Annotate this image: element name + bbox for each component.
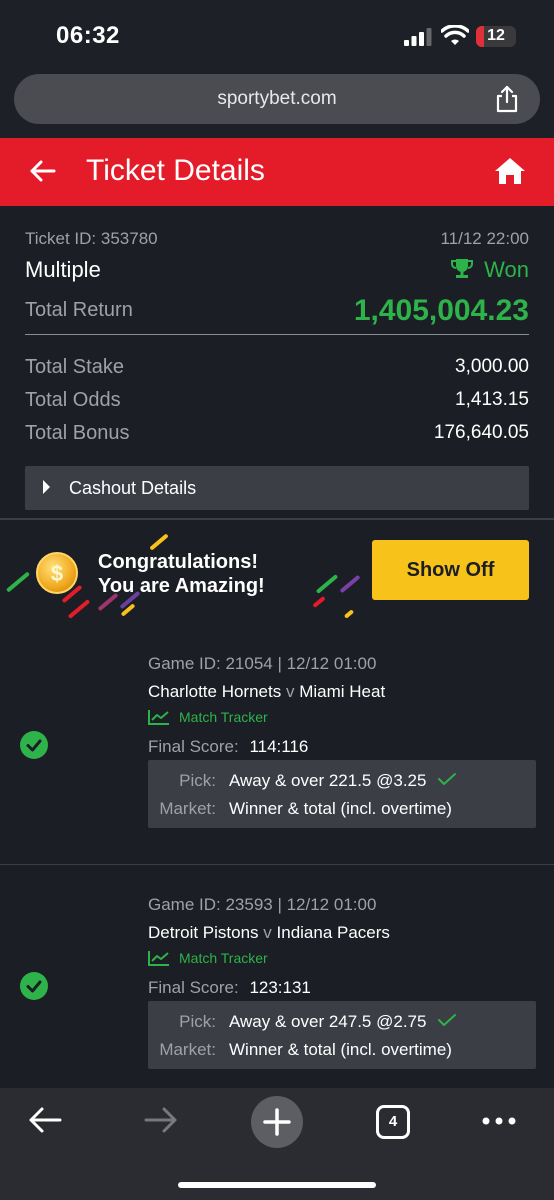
show-off-button[interactable]: Show Off	[372, 540, 529, 600]
final-score-row: Final Score: 123:131	[148, 978, 311, 998]
ticket-type-row: Multiple Won	[25, 257, 529, 287]
total-bonus-label: Total Bonus	[25, 422, 130, 444]
market-value: Winner & total (incl. overtime)	[229, 1040, 452, 1059]
browser-toolbar: sportybet.com	[0, 72, 554, 138]
show-off-label: Show Off	[406, 559, 495, 581]
status-bar: 06:32 12	[0, 0, 554, 72]
chart-line-icon	[148, 951, 169, 966]
divider	[25, 334, 529, 335]
total-bonus-row: Total Bonus 176,640.05	[25, 422, 529, 448]
trophy-icon	[451, 259, 474, 278]
ticket-id: Ticket ID: 353780	[25, 229, 158, 248]
cellular-signal-icon	[404, 28, 432, 46]
game-teams: Charlotte Hornets v Miami Heat	[148, 682, 385, 702]
pick-box: Pick: Away & over 247.5 @2.75 Market: Wi…	[148, 1001, 536, 1069]
final-score-label: Final Score:	[148, 737, 239, 756]
congrats-line-1: Congratulations!	[98, 551, 258, 573]
final-score-value: 114:116	[249, 737, 309, 756]
game-id: Game ID: 23593 | 12/12 01:00	[148, 895, 377, 914]
check-icon	[438, 773, 457, 785]
wifi-icon	[441, 25, 469, 45]
match-tracker-link[interactable]: Match Tracker	[148, 950, 308, 970]
total-odds-label: Total Odds	[25, 389, 121, 411]
home-indicator	[178, 1182, 376, 1188]
coin-icon: $	[36, 552, 78, 594]
market-value: Winner & total (incl. overtime)	[229, 799, 452, 818]
pick-box: Pick: Away & over 221.5 @3.25 Market: Wi…	[148, 760, 536, 828]
status-badge: Won	[451, 257, 529, 283]
match-tracker-link[interactable]: Match Tracker	[148, 709, 308, 729]
win-check-icon	[20, 731, 48, 759]
versus: v	[285, 682, 295, 701]
market-label: Market:	[159, 1040, 216, 1059]
game-id: Game ID: 21054 | 12/12 01:00	[148, 654, 377, 673]
total-return-value: 1,405,004.23	[353, 294, 529, 327]
home-team: Detroit Pistons	[148, 923, 259, 942]
total-odds-row: Total Odds 1,413.15	[25, 389, 529, 415]
pick-text: Away & over 221.5 @3.25	[229, 771, 427, 790]
cashout-label: Cashout Details	[69, 478, 197, 498]
total-return-row: Total Return 1,405,004.23	[25, 294, 529, 328]
pick-text: Away & over 247.5 @2.75	[229, 1012, 427, 1031]
pick-label: Pick:	[179, 771, 216, 790]
plus-icon	[263, 1108, 291, 1136]
match-tracker-label: Match Tracker	[179, 950, 268, 966]
total-stake-value: 3,000.00	[455, 356, 529, 377]
final-score-row: Final Score: 114:116	[148, 737, 308, 757]
congrats-line-2: You are Amazing!	[98, 575, 265, 597]
total-bonus-value: 176,640.05	[433, 422, 529, 443]
address-bar[interactable]: sportybet.com	[14, 74, 540, 124]
battery-icon: 12	[476, 26, 516, 47]
total-return-label: Total Return	[25, 299, 133, 321]
status-text: Won	[484, 257, 529, 282]
pick-label: Pick:	[179, 1012, 216, 1031]
match-tracker-label: Match Tracker	[179, 709, 268, 725]
final-score-value: 123:131	[249, 978, 311, 997]
market-label: Market:	[159, 799, 216, 818]
ticket-meta-row: Ticket ID: 353780 11/12 22:00	[25, 229, 529, 251]
home-team: Charlotte Hornets	[148, 682, 282, 701]
home-icon[interactable]	[494, 156, 526, 186]
congrats-text: Congratulations! You are Amazing!	[98, 550, 265, 598]
page-title: Ticket Details	[86, 154, 265, 187]
expand-triangle-icon	[43, 480, 50, 494]
pick-value: Away & over 221.5 @3.25	[229, 771, 457, 791]
away-team: Miami Heat	[299, 682, 386, 701]
check-icon	[438, 1014, 457, 1026]
more-options-icon[interactable]	[481, 1116, 517, 1126]
cashout-details-toggle[interactable]: Cashout Details	[25, 466, 529, 510]
total-odds-value: 1,413.15	[455, 389, 529, 410]
coin-symbol: $	[50, 561, 64, 586]
status-time: 06:32	[56, 22, 120, 49]
back-arrow-icon[interactable]	[28, 156, 58, 186]
page-header: Ticket Details	[0, 138, 554, 206]
browser-back-icon[interactable]	[28, 1106, 62, 1134]
total-stake-label: Total Stake	[25, 356, 124, 378]
tabs-button[interactable]: 4	[376, 1105, 410, 1139]
final-score-label: Final Score:	[148, 978, 239, 997]
new-tab-button[interactable]	[251, 1096, 303, 1148]
away-team: Indiana Pacers	[276, 923, 390, 942]
share-icon[interactable]	[492, 84, 522, 114]
ticket-datetime: 11/12 22:00	[440, 229, 529, 248]
divider	[0, 864, 554, 865]
battery-level: 12	[487, 27, 505, 44]
pick-value: Away & over 247.5 @2.75	[229, 1012, 457, 1032]
url-text: sportybet.com	[217, 88, 337, 109]
versus: v	[263, 923, 272, 942]
win-check-icon	[20, 972, 48, 1000]
bet-type: Multiple	[25, 257, 101, 282]
tab-count: 4	[388, 1113, 398, 1130]
game-teams: Detroit Pistons v Indiana Pacers	[148, 923, 390, 943]
total-stake-row: Total Stake 3,000.00	[25, 356, 529, 382]
browser-forward-icon[interactable]	[144, 1106, 178, 1134]
chart-line-icon	[148, 710, 169, 725]
